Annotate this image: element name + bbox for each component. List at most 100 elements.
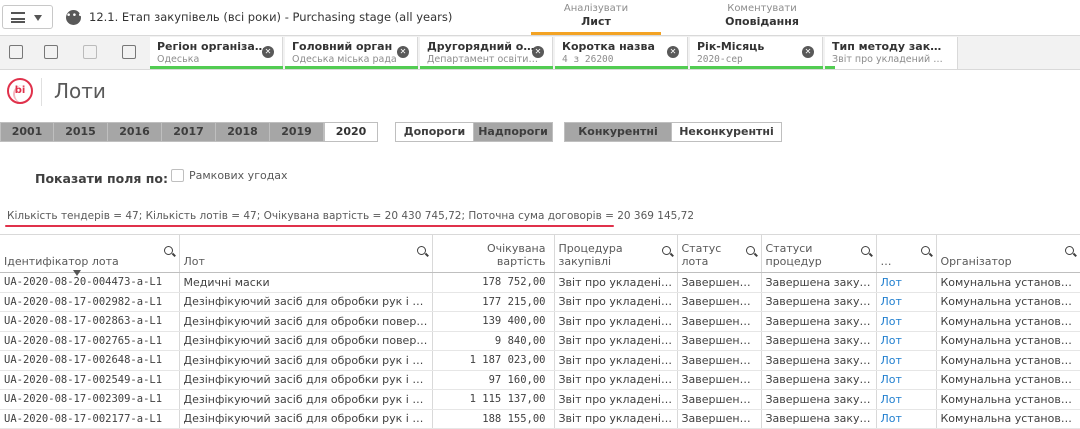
close-icon[interactable]: ✕ [802,46,814,58]
year-button-2018[interactable]: 2018 [216,122,270,142]
organizer-cell[interactable]: Комунальна установа "… [936,292,1080,312]
table-row[interactable]: UA-2020-08-17-002309-a-L1 Дезінфікуючий … [0,389,1080,410]
table-row[interactable]: UA-2020-08-17-002648-a-L1 Дезінфікуючий … [0,350,1080,371]
lot-status-cell[interactable]: Завершено … [677,370,762,390]
framework-agreements-label[interactable]: Рамкових угодах [189,169,288,182]
competitive-button[interactable]: Конкурентні [564,122,672,142]
lot-name-cell[interactable]: Дезінфікуючий засіб для обробки рук і шк… [179,292,433,312]
lot-name-cell[interactable]: Дезінфікуючий засіб для обробки рук і шк… [179,409,433,429]
procedure-status-cell[interactable]: Завершена закупі… [761,350,877,371]
year-button-2017[interactable]: 2017 [162,122,216,142]
lot-status-cell[interactable]: Завершено … [677,311,762,332]
selection-chip-secondary-body[interactable]: Другорядний о… Департамент освіти … ✕ [420,37,553,69]
above-threshold-button[interactable]: Надпороги [474,122,553,142]
lot-id-cell[interactable]: UA-2020-08-17-002648-a-L1 [0,350,180,371]
procedure-status-cell[interactable]: Завершена закупі… [761,409,877,429]
year-button-2016[interactable]: 2016 [108,122,162,142]
column-header-expected-value[interactable]: Очікувана вартість [432,234,555,273]
column-header-procedure-status[interactable]: Статуси процедур [761,234,877,273]
lot-link[interactable]: Лот [876,311,937,332]
column-header-organizer[interactable]: Організатор [936,234,1080,273]
year-button-2020[interactable]: 2020 [324,122,378,142]
procedure-status-cell[interactable]: Завершена закупі… [761,292,877,312]
search-icon[interactable] [661,246,671,255]
lot-link[interactable]: Лот [876,350,937,371]
year-button-2019[interactable]: 2019 [270,122,324,142]
lot-status-cell[interactable]: Завершено … [677,350,762,371]
year-button-2015[interactable]: 2015 [54,122,108,142]
procedure-status-cell[interactable]: Завершена закупі… [761,311,877,332]
organizer-cell[interactable]: Комунальна установа "… [936,350,1080,371]
clear-selections-icon[interactable] [122,45,136,59]
organizer-cell[interactable]: Комунальна установа "… [936,389,1080,410]
procedure-cell[interactable]: Звіт про укладені… [554,331,678,351]
step-back-icon[interactable] [44,45,58,59]
procedure-cell[interactable]: Звіт про укладені… [554,370,678,390]
search-icon[interactable] [416,246,426,255]
procedure-cell[interactable]: Звіт про укладені… [554,292,678,312]
lot-id-cell[interactable]: UA-2020-08-17-002177-a-L1 [0,409,180,429]
lot-name-cell[interactable]: Дезінфікуючий засіб для обробки поверхо… [179,331,433,351]
search-icon[interactable] [860,246,870,255]
lot-id-cell[interactable]: UA-2020-08-17-002982-a-L1 [0,292,180,312]
selection-chip-method-type[interactable]: Тип методу заку… Звіт про укладений … [825,37,958,69]
selection-chip-region[interactable]: Регіон організа… Одеська ✕ [150,37,283,69]
lot-status-cell[interactable]: Завершено … [677,292,762,312]
procedure-cell[interactable]: Звіт про укладені… [554,389,678,410]
selection-chip-main-body[interactable]: Головний орган Одеська міська рада ✕ [285,37,418,69]
column-header-procedure[interactable]: Процедура закупівлі [554,234,678,273]
lot-status-cell[interactable]: Завершено … [677,409,762,429]
lot-id-cell[interactable]: UA-2020-08-17-002765-a-L1 [0,331,180,351]
organizer-cell[interactable]: Комунальна установа "… [936,409,1080,429]
lot-id-cell[interactable]: UA-2020-08-17-002549-a-L1 [0,370,180,390]
lot-link[interactable]: Лот [876,370,937,390]
organizer-cell[interactable]: Комунальна установа "… [936,370,1080,390]
table-row[interactable]: UA-2020-08-17-002549-a-L1 Дезінфікуючий … [0,370,1080,390]
table-row[interactable]: UA-2020-08-17-002177-a-L1 Дезінфікуючий … [0,409,1080,429]
procedure-cell[interactable]: Звіт про укладені… [554,272,678,293]
column-header-lot-status[interactable]: Статус лота [677,234,762,273]
lot-status-cell[interactable]: Завершено … [677,272,762,293]
procedure-status-cell[interactable]: Завершена закупі… [761,370,877,390]
close-icon[interactable]: ✕ [532,46,544,58]
search-icon[interactable] [920,246,930,255]
procedure-status-cell[interactable]: Завершена закупі… [761,389,877,410]
lot-link[interactable]: Лот [876,292,937,312]
lot-id-cell[interactable]: UA-2020-08-20-004473-a-L1 [0,272,180,293]
framework-agreements-checkbox[interactable] [171,169,184,182]
procedure-cell[interactable]: Звіт про укладені… [554,350,678,371]
lot-id-cell[interactable]: UA-2020-08-17-002863-a-L1 [0,311,180,332]
sort-descending-icon[interactable] [73,270,81,276]
procedure-status-cell[interactable]: Завершена закупі… [761,272,877,293]
step-forward-icon[interactable] [83,45,97,59]
navigation-menu-button[interactable] [2,5,53,29]
year-button-2001[interactable]: 2001 [0,122,54,142]
column-header-lot[interactable]: Лот [179,234,433,273]
below-threshold-button[interactable]: Допороги [395,122,474,142]
procedure-status-cell[interactable]: Завершена закупі… [761,331,877,351]
table-row[interactable]: UA-2020-08-17-002863-a-L1 Дезінфікуючий … [0,311,1080,332]
close-icon[interactable]: ✕ [667,46,679,58]
organizer-cell[interactable]: Комунальна установа "… [936,331,1080,351]
tab-analyze-sheet[interactable]: Аналізувати Лист [531,2,661,35]
non-competitive-button[interactable]: Неконкурентні [672,122,782,142]
lot-name-cell[interactable]: Дезінфікуючий засіб для обробки поверхо… [179,311,433,332]
tab-narrate-story[interactable]: Коментувати Оповідання [717,2,807,29]
lot-name-cell[interactable]: Медичні маски [179,272,433,293]
procedure-cell[interactable]: Звіт про укладені… [554,311,678,332]
table-row[interactable]: UA-2020-08-17-002982-a-L1 Дезінфікуючий … [0,292,1080,312]
column-header-lot-id[interactable]: Ідентифікатор лота [0,234,180,273]
close-icon[interactable]: ✕ [262,46,274,58]
lot-link[interactable]: Лот [876,409,937,429]
lot-name-cell[interactable]: Дезінфікуючий засіб для обробки рук і шк… [179,350,433,371]
lot-link[interactable]: Лот [876,272,937,293]
app-dots-icon[interactable]: ••• [66,10,83,25]
search-icon[interactable] [163,246,173,255]
lot-link[interactable]: Лот [876,389,937,410]
selection-chip-short-name[interactable]: Коротка назва 4 з 26200 ✕ [555,37,688,69]
search-icon[interactable] [1064,246,1074,255]
lot-name-cell[interactable]: Дезінфікуючий засіб для обробки рук і шк… [179,370,433,390]
lot-link[interactable]: Лот [876,331,937,351]
procedure-cell[interactable]: Звіт про укладені… [554,409,678,429]
organizer-cell[interactable]: Комунальна установа "… [936,311,1080,332]
